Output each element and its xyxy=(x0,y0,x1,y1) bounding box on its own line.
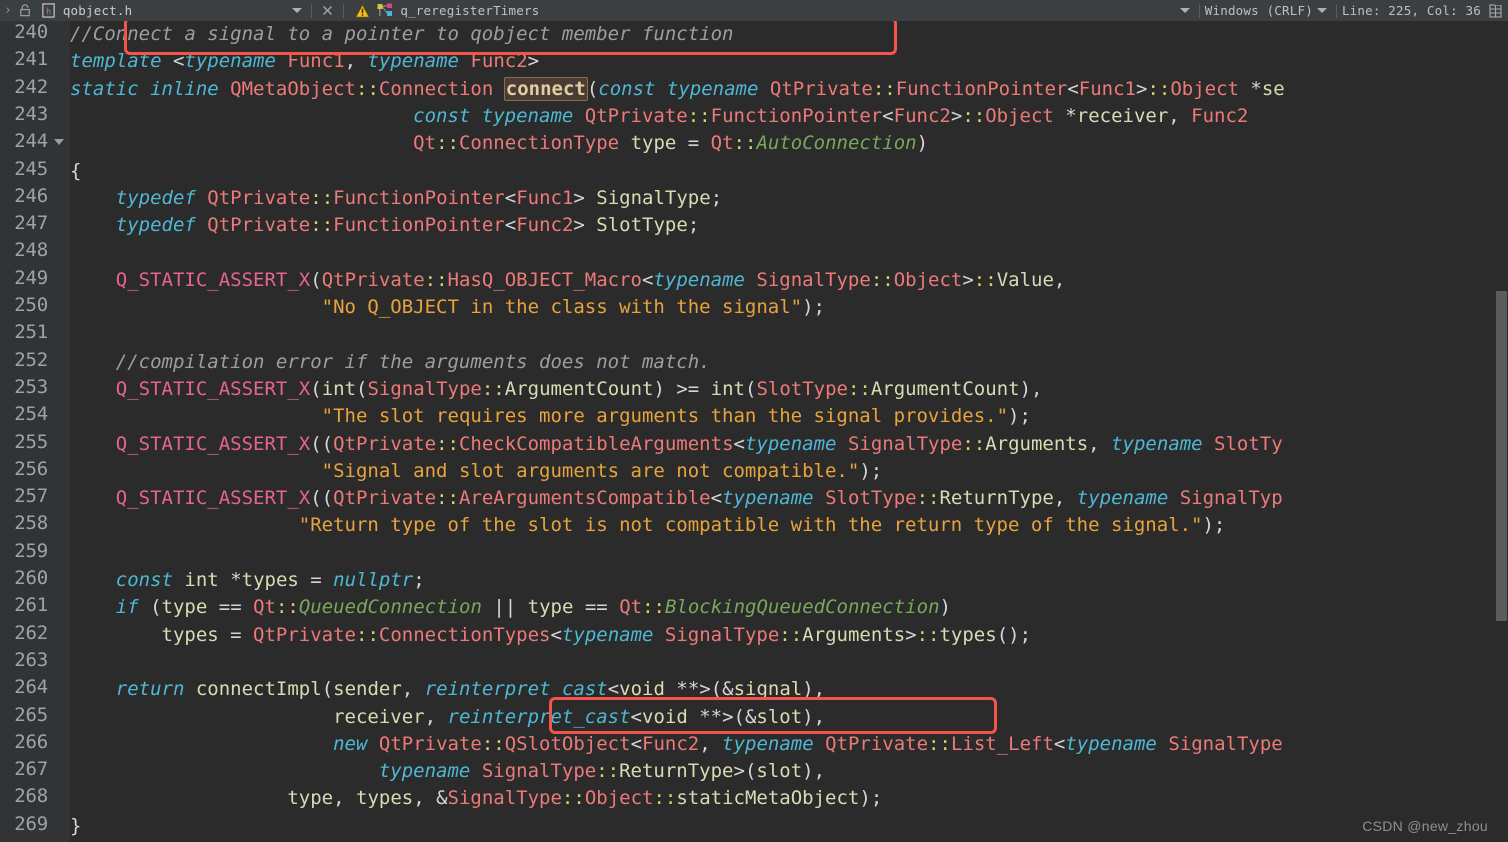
line-number: 252 xyxy=(14,348,48,371)
code-line: "No Q_OBJECT in the class with the signa… xyxy=(321,296,825,318)
topbar-separator-2 xyxy=(343,3,345,18)
line-number: 266 xyxy=(14,730,48,753)
code-fold-chevron-down-icon[interactable] xyxy=(54,139,64,146)
line-ending-chevron-down-icon[interactable] xyxy=(1316,8,1327,13)
code-line: Qt::ConnectionType type = Qt::AutoConnec… xyxy=(413,132,929,155)
line-number: 260 xyxy=(14,567,48,589)
code-line: new QtPrivate::QSlotObject<Func2, typena… xyxy=(333,732,1283,755)
line-number: 251 xyxy=(14,321,48,344)
line-number: 249 xyxy=(14,266,48,289)
code-line: typename SignalType::ReturnType>(slot), xyxy=(378,760,826,783)
code-line: "Signal and slot arguments are not compa… xyxy=(321,459,883,482)
breadcrumb-symbol[interactable]: q_reregisterTimers xyxy=(400,3,539,18)
caret-position-indicator[interactable]: Line: 225, Col: 36 xyxy=(1342,3,1481,18)
code-line: Q_STATIC_ASSERT_X(QtPrivate::HasQ_OBJECT… xyxy=(115,268,1066,291)
line-number: 241 xyxy=(14,48,48,71)
code-line: typedef QtPrivate::FunctionPointer<Func1… xyxy=(115,186,723,209)
code-line: Q_STATIC_ASSERT_X((QtPrivate::AreArgumen… xyxy=(115,487,1283,510)
breadcrumb-chevron-icon[interactable]: › xyxy=(0,3,17,18)
line-number: 253 xyxy=(14,375,48,398)
code-content[interactable]: //Connect a signal to a pointer to qobje… xyxy=(70,21,1508,842)
line-number: 255 xyxy=(14,430,48,453)
line-number: 256 xyxy=(14,457,48,480)
line-number: 243 xyxy=(14,102,48,125)
svg-text:h: h xyxy=(46,6,51,16)
topbar-separator-3 xyxy=(1198,3,1200,18)
code-line: typedef QtPrivate::FunctionPointer<Func2… xyxy=(115,214,700,237)
code-line: static inline QMetaObject::Connection co… xyxy=(70,76,1285,101)
file-h-icon[interactable]: h xyxy=(41,3,56,18)
code-line: Q_STATIC_ASSERT_X((QtPrivate::CheckCompa… xyxy=(115,432,1283,455)
lock-icon[interactable] xyxy=(17,3,33,18)
line-number: 244 xyxy=(14,130,48,153)
line-number: 261 xyxy=(14,594,48,617)
code-line: template <typename Func1, typename Func2… xyxy=(70,50,540,73)
editor-tab-title[interactable]: qobject.h xyxy=(63,3,133,18)
code-line: //Connect a signal to a pointer to qobje… xyxy=(70,23,734,45)
line-number: 259 xyxy=(14,539,48,562)
line-number: 264 xyxy=(14,676,48,699)
line-number: 245 xyxy=(14,157,48,180)
code-line: } xyxy=(70,814,82,837)
grid-icon[interactable] xyxy=(1489,3,1502,18)
line-number: 240 xyxy=(14,21,48,43)
line-ending-indicator[interactable]: Windows (CRLF) xyxy=(1205,3,1313,18)
line-number: 254 xyxy=(14,403,48,426)
line-number: 267 xyxy=(14,758,48,781)
watermark: CSDN @new_zhou xyxy=(1362,818,1488,834)
close-icon[interactable] xyxy=(321,4,334,17)
topbar-right-chevron-down-icon[interactable] xyxy=(1179,8,1190,13)
code-line: const int *types = nullptr; xyxy=(115,569,425,591)
warning-triangle-icon[interactable] xyxy=(355,3,371,18)
line-number: 269 xyxy=(14,812,48,835)
code-editor[interactable]: 240 241 242 243 244 245 246 247 248 249 250 251 252 2… xyxy=(0,21,1508,842)
structure-icon[interactable] xyxy=(377,3,395,18)
line-number: 263 xyxy=(14,648,48,671)
code-line: const typename QtPrivate::FunctionPointe… xyxy=(413,104,1249,127)
line-number: 257 xyxy=(14,485,48,508)
tab-dropdown-chevron-down-icon[interactable] xyxy=(292,8,303,13)
selected-token-connect[interactable]: connect xyxy=(503,76,588,101)
code-line: "Return type of the slot is not compatib… xyxy=(298,514,1226,537)
code-line: //compilation error if the arguments doe… xyxy=(115,350,711,373)
line-number-gutter[interactable]: 240 241 242 243 244 245 246 247 248 249 250 251 252 2… xyxy=(0,21,70,842)
code-line: receiver, reinterpret_cast<void **>(&slo… xyxy=(333,705,826,728)
scrollbar-top-cap xyxy=(1495,0,1508,5)
topbar-separator-1 xyxy=(311,3,313,18)
line-number: 262 xyxy=(14,621,48,644)
code-line: Q_STATIC_ASSERT_X(int(SignalType::Argume… xyxy=(115,377,1043,400)
line-number: 247 xyxy=(14,212,48,235)
code-line: "The slot requires more arguments than t… xyxy=(321,405,1031,428)
line-number: 248 xyxy=(14,239,48,262)
line-number: 246 xyxy=(14,184,48,207)
editor-top-bar: › h qobject.h q_reregisterTimers Windows… xyxy=(0,0,1508,21)
vertical-scrollbar-thumb[interactable] xyxy=(1496,291,1507,621)
line-number: 265 xyxy=(14,703,48,726)
code-line: type, types, &SignalType::Object::static… xyxy=(287,787,883,810)
line-number: 268 xyxy=(14,785,48,808)
code-line: { xyxy=(70,159,82,182)
line-number: 242 xyxy=(14,75,48,98)
code-line: if (type == Qt::QueuedConnection || type… xyxy=(115,596,951,619)
topbar-separator-4 xyxy=(1335,3,1337,18)
code-line: return connectImpl(sender, reinterpret_c… xyxy=(115,678,826,701)
line-number: 258 xyxy=(14,512,48,535)
vertical-scrollbar[interactable] xyxy=(1495,21,1508,842)
code-line: types = QtPrivate::ConnectionTypes<typen… xyxy=(161,623,1032,646)
line-number: 250 xyxy=(14,294,48,316)
